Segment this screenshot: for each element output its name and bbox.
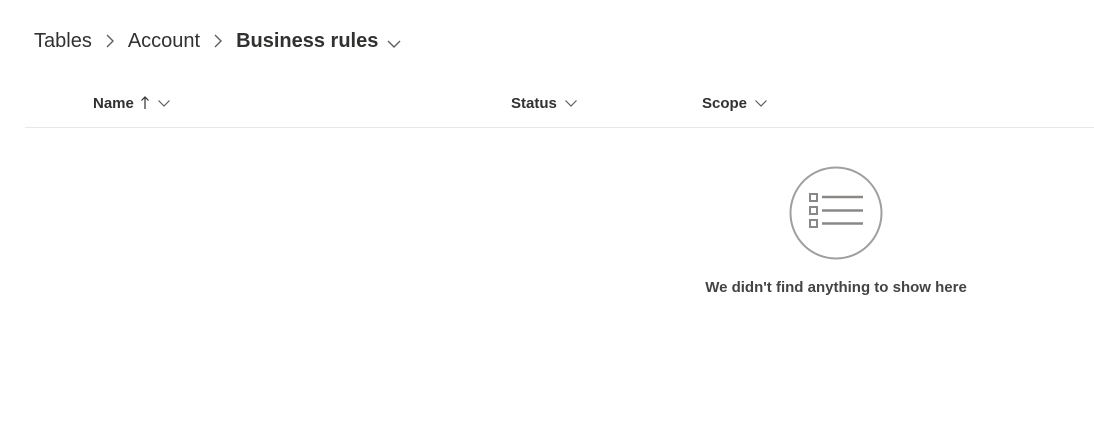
chevron-down-icon xyxy=(157,96,171,110)
list-icon xyxy=(788,165,884,261)
empty-state-message: We didn't find anything to show here xyxy=(705,279,967,296)
column-header-label: Status xyxy=(511,94,557,112)
chevron-down-icon xyxy=(754,96,768,110)
breadcrumb-account[interactable]: Account xyxy=(128,28,200,54)
column-header-name[interactable]: Name xyxy=(93,84,171,122)
chevron-right-icon xyxy=(205,28,231,54)
breadcrumb-tables[interactable]: Tables xyxy=(34,28,92,54)
chevron-down-icon xyxy=(564,96,578,110)
breadcrumb: Tables Account Business rules xyxy=(34,28,402,54)
column-header-label: Name xyxy=(93,94,134,112)
column-header-scope[interactable]: Scope xyxy=(702,84,768,122)
grid-header: Name Status Scope xyxy=(25,84,1094,128)
breadcrumb-current[interactable]: Business rules xyxy=(236,28,378,54)
business-rules-page: Tables Account Business rules Name Statu… xyxy=(0,0,1094,425)
sort-ascending-icon xyxy=(140,95,150,111)
column-header-label: Scope xyxy=(702,94,748,112)
column-header-status[interactable]: Status xyxy=(511,84,578,122)
chevron-right-icon xyxy=(97,28,123,54)
empty-state: We didn't find anything to show here xyxy=(686,165,986,296)
chevron-down-icon[interactable] xyxy=(386,33,402,49)
